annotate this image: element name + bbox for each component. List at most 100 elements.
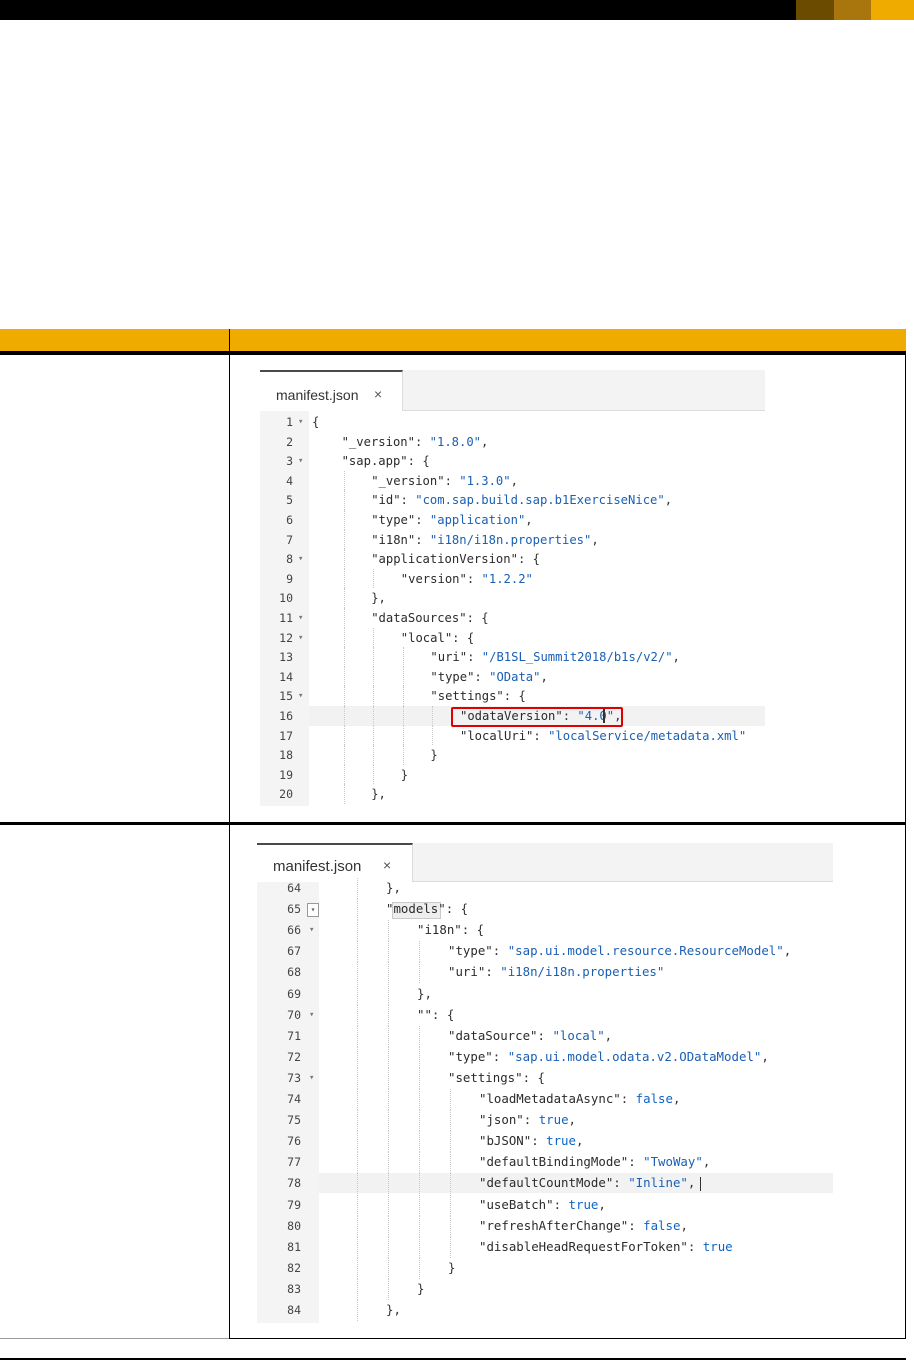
indent-guide — [419, 941, 420, 963]
code-line: "defaultCountMode": "Inline", — [479, 1173, 695, 1193]
table-bottom-rule — [229, 1338, 906, 1339]
json-punct: : — [466, 571, 482, 586]
code-line: "json": true, — [479, 1110, 576, 1130]
indent-guide — [373, 647, 375, 667]
line-number: 16 — [279, 709, 293, 723]
indent-guide — [402, 745, 404, 765]
code-line: "settings": { — [448, 1068, 545, 1088]
editor-tab-bar: manifest.json × — [257, 843, 833, 882]
json-punct: : { — [445, 901, 469, 917]
indent-guide — [388, 941, 389, 963]
indent-guide — [450, 1215, 451, 1237]
tab-manifest-json[interactable]: manifest.json × — [260, 370, 403, 411]
json-key: "type" — [448, 1048, 493, 1064]
indent-guide — [419, 1173, 420, 1195]
json-string: "local" — [552, 1027, 605, 1043]
tab-manifest-json[interactable]: manifest.json × — [257, 843, 413, 882]
code-line: } — [401, 765, 408, 785]
json-punct: : — [687, 1238, 703, 1254]
json-key: "models" — [386, 901, 446, 917]
code-line: "i18n": "i18n/i18n.properties", — [371, 530, 599, 550]
fold-arrow-icon[interactable]: ▾ — [309, 1005, 314, 1025]
indent-guide — [343, 706, 345, 726]
indent-guide — [343, 510, 345, 530]
indent-guide — [450, 1131, 451, 1153]
indent-guide — [357, 1173, 358, 1195]
line-number: 12 — [279, 630, 293, 645]
indent-guide — [343, 784, 345, 804]
json-punct: : — [537, 1027, 553, 1043]
indent-guide — [388, 1194, 389, 1216]
line-number: 70 — [287, 1007, 301, 1022]
json-punct: , — [525, 513, 533, 527]
code-line: "dataSources": { — [371, 608, 488, 628]
indent-guide — [432, 725, 434, 746]
indent-guide — [388, 1236, 389, 1258]
fold-arrow-icon[interactable]: ▾ — [298, 686, 303, 706]
json-key: "localUri" — [460, 728, 534, 743]
line-number: 83 — [287, 1281, 301, 1296]
json-key: "local" — [400, 630, 453, 645]
close-icon[interactable]: × — [383, 857, 391, 873]
indent-guide — [388, 920, 389, 942]
line-number: 10 — [279, 591, 293, 606]
json-literal: false — [635, 1091, 673, 1106]
json-punct: : { — [517, 552, 540, 567]
line-number: 72 — [287, 1049, 301, 1064]
json-punct: , — [540, 669, 548, 684]
fold-arrow-icon[interactable]: ▾ — [298, 412, 303, 432]
line-number: 79 — [287, 1197, 301, 1212]
json-punct: , — [598, 1196, 606, 1212]
json-punct: }, — [371, 787, 386, 802]
fold-arrow-icon[interactable]: ▾ — [307, 903, 319, 918]
tab-label: manifest.json — [276, 387, 359, 403]
table-bottom-left-rule — [0, 1338, 229, 1339]
json-key: "settings" — [430, 689, 504, 704]
json-key: "defaultCountMode" — [479, 1175, 614, 1191]
line-number: 13 — [279, 650, 293, 665]
code-area[interactable]: 1 ▾{2 "_version": "1.8.0", 3 ▾ "sap.app": {4 "… — [260, 412, 765, 806]
indent-guide — [343, 647, 345, 667]
json-punct: , — [680, 1217, 688, 1233]
line-number: 8 — [286, 552, 293, 567]
json-punct: } — [448, 1259, 456, 1275]
json-punct: , — [672, 650, 680, 665]
json-punct: }, — [386, 1302, 401, 1317]
json-literal: false — [643, 1217, 681, 1233]
indent-guide — [432, 706, 434, 726]
fold-arrow-icon[interactable]: ▾ — [309, 1068, 314, 1088]
json-punct: : — [444, 473, 460, 488]
close-icon[interactable]: × — [374, 386, 382, 402]
code-editor-bottom[interactable]: manifest.json × 64}, 65 ▾ "models": {66 ▾ "i1… — [257, 843, 833, 1323]
code-editor-top[interactable]: manifest.json × 1 ▾ {2 "_version": "1.8.0",… — [260, 370, 765, 806]
indent-guide — [388, 1278, 389, 1300]
json-key: "settings" — [448, 1069, 523, 1085]
fold-arrow-icon[interactable]: ▾ — [298, 628, 303, 648]
json-punct: : — [628, 1217, 644, 1233]
indent-guide — [357, 1278, 358, 1300]
json-key: "id" — [371, 493, 401, 508]
json-string: "OData" — [489, 669, 541, 684]
table-header-rule — [0, 351, 906, 355]
indent-guide — [357, 1046, 358, 1068]
json-key: "i18n" — [371, 532, 416, 547]
fold-arrow-icon[interactable]: ▾ — [298, 549, 303, 569]
code-line: }, — [386, 1300, 401, 1320]
indent-guide — [388, 1004, 389, 1026]
json-string: "sap.ui.model.odata.v2.ODataModel" — [507, 1048, 762, 1064]
json-literal: true — [538, 1112, 569, 1128]
indent-guide — [388, 1131, 389, 1153]
fold-arrow-icon[interactable]: ▾ — [298, 608, 303, 628]
json-punct: , — [591, 532, 599, 547]
json-key: "defaultBindingMode" — [479, 1154, 629, 1170]
fold-arrow-icon[interactable]: ▾ — [298, 451, 303, 471]
indent-guide — [419, 1089, 420, 1111]
indent-guide — [388, 1110, 389, 1132]
json-key: "json" — [479, 1112, 524, 1128]
json-punct: }, — [417, 985, 432, 1001]
code-line: "dataSource": "local", — [448, 1026, 612, 1046]
code-area[interactable]: 64}, 65 ▾ "models": {66 ▾ "i18n": {67 "type": … — [257, 878, 833, 1323]
line-number: 4 — [286, 473, 293, 488]
indent-guide — [450, 1173, 451, 1195]
fold-arrow-icon[interactable]: ▾ — [309, 920, 314, 940]
